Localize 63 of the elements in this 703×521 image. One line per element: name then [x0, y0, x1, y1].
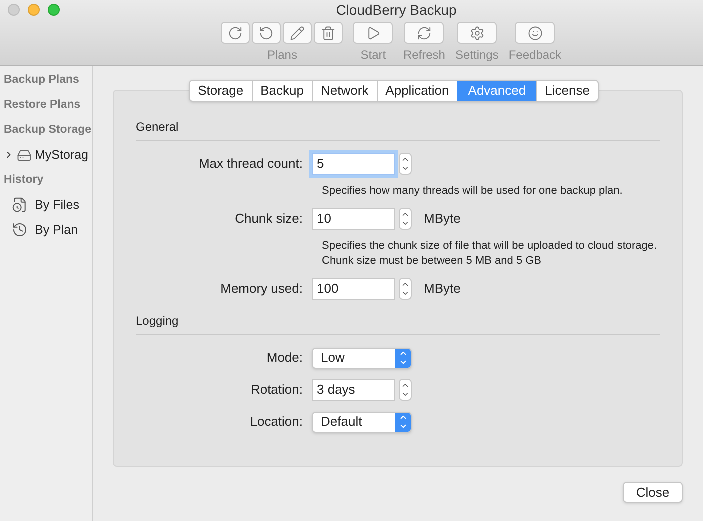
file-clock-icon [12, 197, 28, 213]
section-heading: General [136, 119, 180, 135]
toolbar-button[interactable] [283, 22, 312, 44]
drive-icon [17, 148, 32, 162]
toolbar-label: Settings [455, 47, 499, 64]
toolbar-label: Plans [267, 47, 298, 64]
history-icon [12, 222, 28, 238]
toolbar-button[interactable] [404, 22, 444, 44]
sidebar-heading: Backup Storage [4, 123, 92, 138]
hint-text: Chunk size must be between 5 MB and 5 GB [322, 254, 543, 269]
tab[interactable]: Storage [190, 81, 252, 101]
dropdown-arrows-icon [395, 412, 411, 432]
field-label: Chunk size: [234, 210, 304, 228]
field-label: Rotation: [250, 381, 304, 400]
number-field[interactable]: 10 [312, 208, 395, 230]
zoom-window-button[interactable] [48, 4, 60, 16]
dropdown-arrows-icon [395, 348, 411, 368]
smile-icon [528, 26, 543, 40]
stepper-control[interactable] [399, 208, 412, 230]
backup-plan-icon [228, 26, 244, 40]
toolbar-button[interactable] [221, 22, 250, 44]
toolbar-button[interactable] [314, 22, 344, 44]
toolbar-button[interactable] [353, 22, 394, 44]
sidebar-heading: Backup Plans [4, 73, 80, 88]
trash-icon [321, 26, 336, 40]
settings-icon [470, 26, 485, 40]
refresh-icon [416, 26, 432, 40]
sidebar-heading: History [4, 173, 45, 188]
play-icon [366, 26, 381, 40]
stepper-control[interactable] [399, 278, 412, 300]
field-label: Location: [249, 413, 304, 432]
field-label: Max thread count: [198, 155, 304, 174]
hint-text: Specifies the chunk size of file that will be uploaded to cloud storage. [322, 239, 658, 254]
stepper-control[interactable] [399, 153, 412, 175]
tab[interactable]: License [536, 81, 598, 101]
toolbar-button[interactable] [252, 22, 282, 44]
restore-plan-icon [259, 26, 274, 40]
pencil-icon [290, 26, 306, 40]
sidebar-item[interactable]: MyStorag [35, 146, 88, 164]
unit-label: MByte [424, 210, 461, 228]
toolbar-button[interactable] [457, 22, 498, 44]
tab[interactable]: Network [312, 81, 377, 101]
sidebar-item[interactable]: By Files [35, 196, 80, 214]
section-heading: Logging [136, 313, 180, 329]
number-field[interactable]: 5 [312, 153, 395, 175]
unit-label: MByte [424, 280, 461, 298]
dropdown[interactable]: Default [312, 412, 412, 432]
dropdown[interactable]: Low [312, 348, 412, 368]
toolbar-label: Refresh [403, 47, 446, 64]
field-label: Memory used: [220, 280, 304, 298]
toolbar-label: Start [360, 47, 386, 64]
sidebar-heading: Restore Plans [4, 98, 82, 113]
stepper-control[interactable] [399, 379, 412, 401]
window-title: CloudBerry Backup [336, 0, 457, 20]
toolbar-button[interactable] [515, 22, 556, 44]
hint-text: Specifies how many threads will be used for one backup plan. [322, 184, 624, 199]
number-field[interactable]: 3 days [312, 379, 395, 401]
number-field[interactable]: 100 [312, 278, 395, 300]
field-label: Mode: [266, 349, 304, 368]
sidebar-item[interactable]: By Plan [35, 220, 78, 240]
close-button[interactable]: Close [623, 482, 683, 503]
toolbar-label: Feedback [508, 47, 562, 64]
tab[interactable]: Backup [252, 81, 312, 101]
